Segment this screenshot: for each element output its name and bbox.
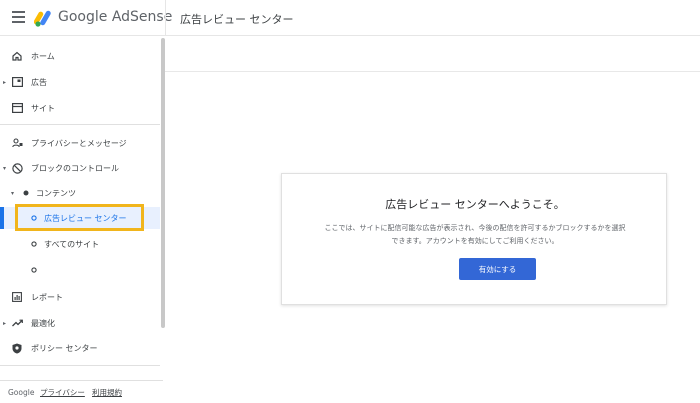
sites-icon	[11, 102, 23, 114]
adsense-logo-icon	[34, 10, 51, 27]
sidebar-item-block-controls[interactable]: ▾ ブロックのコントロール	[0, 156, 160, 180]
welcome-title: 広告レビュー センターへようこそ。	[385, 198, 565, 211]
sidebar-item-policy-center[interactable]: ポリシー センター	[0, 336, 160, 360]
main-toolbar-band	[165, 36, 700, 72]
report-icon	[11, 291, 23, 303]
sidebar-item-label: レポート	[31, 292, 63, 302]
sidebar-divider	[0, 124, 160, 125]
block-icon	[11, 162, 23, 174]
sidebar-item-label: コンテンツ	[36, 188, 76, 198]
sidebar-item-all-sites[interactable]: すべてのサイト	[0, 232, 160, 256]
header-divider	[165, 0, 166, 36]
welcome-card: 広告レビュー センターへようこそ。 ここでは、サイトに配信可能な広告が表示され、…	[281, 173, 667, 305]
sidebar-divider	[0, 365, 160, 366]
sidebar-item-home[interactable]: ホーム	[0, 44, 160, 68]
expand-arrow-icon[interactable]: ▸	[3, 320, 6, 327]
sidebar-footer: Google プライバシー 利用規約	[0, 380, 163, 403]
home-icon	[11, 50, 23, 62]
sidebar-item-content[interactable]: ▾ コンテンツ	[0, 181, 160, 205]
footer-google: Google	[8, 387, 35, 397]
menu-icon[interactable]	[12, 11, 25, 23]
sidebar-item-reports[interactable]: レポート	[0, 285, 160, 309]
sidebar-item-privacy[interactable]: プライバシーとメッセージ	[0, 131, 160, 155]
terms-link[interactable]: 利用規約	[92, 387, 122, 398]
ads-icon	[11, 76, 23, 88]
top-app-bar: Google AdSense 広告レビュー センター	[0, 0, 700, 36]
sidebar-item-label: ホーム	[31, 51, 55, 61]
collapse-arrow-icon[interactable]: ▾	[11, 190, 14, 197]
trending-icon	[11, 317, 23, 329]
sidebar-item-ads[interactable]: ▸ 広告	[0, 70, 160, 94]
sidebar-item-label: サイト	[31, 103, 55, 113]
sidebar-item-label: ポリシー センター	[31, 343, 98, 353]
brand-name: Google AdSense	[58, 9, 173, 25]
privacy-icon	[11, 137, 23, 149]
sidebar-item-optimization[interactable]: ▸ 最適化	[0, 311, 160, 335]
dot-icon	[20, 187, 32, 199]
circle-icon	[28, 264, 40, 276]
policy-icon	[11, 342, 23, 354]
collapse-arrow-icon[interactable]: ▾	[3, 165, 6, 172]
expand-arrow-icon[interactable]: ▸	[3, 79, 6, 86]
sidebar-item-label: ブロックのコントロール	[31, 163, 119, 173]
sidebar-item-label: すべてのサイト	[44, 239, 100, 249]
sidebar-item-label: 広告	[31, 77, 47, 87]
highlight-box	[15, 204, 144, 231]
privacy-link[interactable]: プライバシー	[40, 387, 85, 398]
sidebar-item-label: プライバシーとメッセージ	[31, 138, 127, 148]
circle-icon	[28, 238, 40, 250]
activate-button[interactable]: 有効にする	[459, 258, 536, 280]
page-title: 広告レビュー センター	[180, 13, 294, 26]
sidebar-item-label: 最適化	[31, 318, 55, 328]
sidebar-item-sites[interactable]: サイト	[0, 96, 160, 120]
welcome-description: ここでは、サイトに配信可能な広告が表示され、今後の配信を許可するかブロックするか…	[324, 224, 626, 245]
sidebar-item-unnamed[interactable]	[0, 258, 160, 282]
